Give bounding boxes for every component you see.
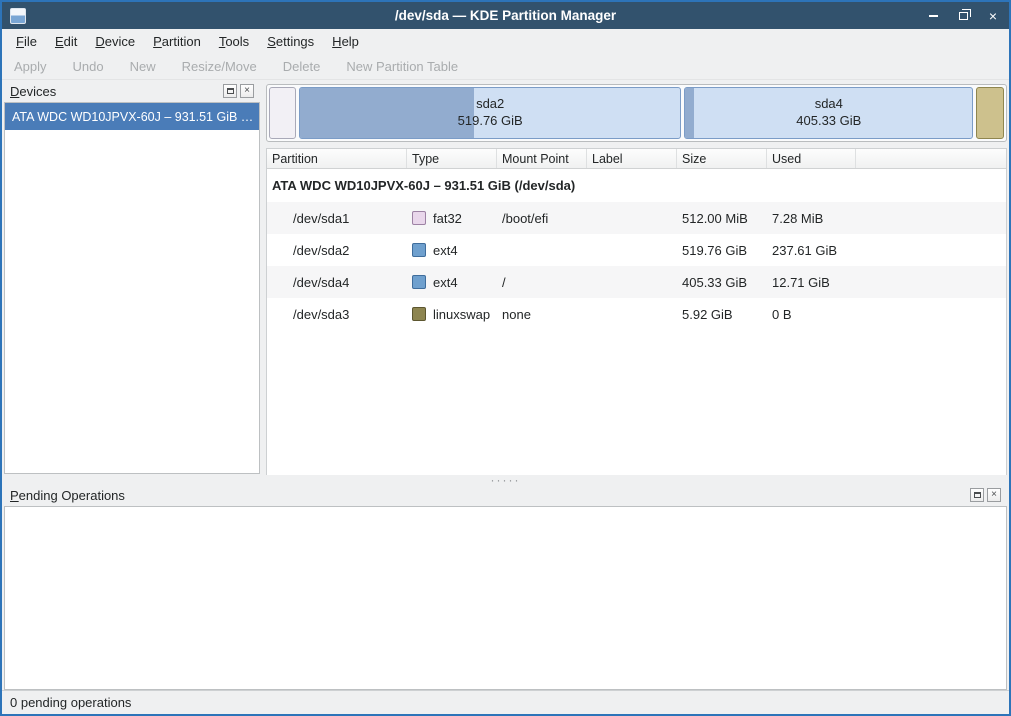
used-cell: 0 B [767,307,856,322]
size-cell: 405.33 GiB [677,275,767,290]
menu-help[interactable]: Help [324,31,367,52]
partition-segment-sda2[interactable]: sda2 519.76 GiB [299,87,681,139]
devices-panel-header: Devices × [2,80,262,102]
column-header-used[interactable]: Used [767,149,856,168]
pending-operations-header: Pending Operations × [2,484,1009,506]
fstype-label: linuxswap [433,307,490,322]
main-area: Devices × ATA WDC WD10JPVX-60J – 931.51 … [2,80,1009,475]
size-cell: 512.00 MiB [677,211,767,226]
minimize-icon [929,15,938,17]
titlebar: /dev/sda — KDE Partition Manager × [2,2,1009,29]
window-controls: × [925,8,1001,24]
device-group-row[interactable]: ATA WDC WD10JPVX-60J – 931.51 GiB (/dev/… [267,169,1006,202]
toolbar: Apply Undo New Resize/Move Delete New Pa… [2,54,1009,80]
table-row-sda2[interactable]: /dev/sda2 ext4 519.76 GiB 237.61 GiB [267,234,1006,266]
menu-tools[interactable]: Tools [211,31,257,52]
devices-panel: Devices × ATA WDC WD10JPVX-60J – 931.51 … [2,80,262,475]
size-cell: 5.92 GiB [677,307,767,322]
partition-segment-label: sda2 519.76 GiB [458,96,523,130]
partition-segment-sda4[interactable]: sda4 405.33 GiB [684,87,973,139]
mount-point-cell: /boot/efi [497,211,587,226]
partition-cell: /dev/sda1 [267,211,407,226]
app-window: /dev/sda — KDE Partition Manager × File … [0,0,1011,716]
fstype-color-swatch [412,275,426,289]
maximize-button[interactable] [955,8,971,24]
pending-operations-list [4,506,1007,690]
menu-partition[interactable]: Partition [145,31,209,52]
menu-file[interactable]: File [8,31,45,52]
device-list: ATA WDC WD10JPVX-60J – 931.51 GiB … [4,102,260,474]
partition-table-header: Partition Type Mount Point Label Size Us… [267,149,1006,169]
partition-cell: /dev/sda3 [267,307,407,322]
float-icon [227,88,234,94]
partition-cell: /dev/sda2 [267,243,407,258]
used-cell: 7.28 MiB [767,211,856,226]
new-button[interactable]: New [130,59,156,74]
partition-segment-label: sda4 405.33 GiB [796,96,861,130]
close-button[interactable]: × [985,8,1001,24]
type-cell: ext4 [407,243,497,258]
fstype-label: ext4 [433,275,458,290]
minimize-button[interactable] [925,8,941,24]
splitter-handle-icon: ····· [491,478,521,482]
delete-button[interactable]: Delete [283,59,321,74]
fstype-color-swatch [412,243,426,257]
partition-cell: /dev/sda4 [267,275,407,290]
device-list-item[interactable]: ATA WDC WD10JPVX-60J – 931.51 GiB … [5,103,259,130]
pending-operations-title: Pending Operations [10,488,125,503]
statusbar: 0 pending operations [2,690,1009,714]
devices-float-button[interactable] [223,84,237,98]
mount-point-cell: none [497,307,587,322]
float-icon [974,492,981,498]
table-row-sda1[interactable]: /dev/sda1 fat32 /boot/efi 512.00 MiB 7.2… [267,202,1006,234]
fstype-label: ext4 [433,243,458,258]
used-space-fill [300,88,474,138]
undo-button[interactable]: Undo [73,59,104,74]
window-title: /dev/sda — KDE Partition Manager [2,8,1009,23]
menu-settings[interactable]: Settings [259,31,322,52]
menu-edit[interactable]: Edit [47,31,85,52]
fstype-color-swatch [412,307,426,321]
content-area: sda2 519.76 GiB sda4 405.33 GiB [262,80,1009,475]
column-header-filler [856,149,1006,168]
close-icon: × [991,490,997,500]
fstype-label: fat32 [433,211,462,226]
devices-panel-title: Devices [10,84,56,99]
used-cell: 12.71 GiB [767,275,856,290]
pending-float-button[interactable] [970,488,984,502]
column-header-partition[interactable]: Partition [267,149,407,168]
used-cell: 237.61 GiB [767,243,856,258]
resize-move-button[interactable]: Resize/Move [182,59,257,74]
type-cell: ext4 [407,275,497,290]
partition-table: Partition Type Mount Point Label Size Us… [266,148,1007,475]
mount-point-cell: / [497,275,587,290]
type-cell: fat32 [407,211,497,226]
close-icon: × [989,9,997,23]
close-icon: × [244,86,250,96]
partition-segment-sda1[interactable] [269,87,296,139]
partition-bar: sda2 519.76 GiB sda4 405.33 GiB [266,84,1007,142]
column-header-mount-point[interactable]: Mount Point [497,149,587,168]
table-row-sda3[interactable]: /dev/sda3 linuxswap none 5.92 GiB 0 B [267,298,1006,330]
column-header-size[interactable]: Size [677,149,767,168]
column-header-type[interactable]: Type [407,149,497,168]
pending-operations-count: 0 pending operations [10,695,131,710]
pending-close-button[interactable]: × [987,488,1001,502]
apply-button[interactable]: Apply [14,59,47,74]
used-space-fill [685,88,694,138]
table-row-sda4[interactable]: /dev/sda4 ext4 / 405.33 GiB 12.71 GiB [267,266,1006,298]
devices-close-button[interactable]: × [240,84,254,98]
horizontal-splitter[interactable]: ····· [2,475,1009,484]
new-partition-table-button[interactable]: New Partition Table [346,59,458,74]
menubar: File Edit Device Partition Tools Setting… [2,29,1009,54]
partition-segment-sda3[interactable] [976,87,1004,139]
size-cell: 519.76 GiB [677,243,767,258]
column-header-label[interactable]: Label [587,149,677,168]
fstype-color-swatch [412,211,426,225]
type-cell: linuxswap [407,307,497,322]
menu-device[interactable]: Device [87,31,143,52]
restore-icon [959,12,968,20]
